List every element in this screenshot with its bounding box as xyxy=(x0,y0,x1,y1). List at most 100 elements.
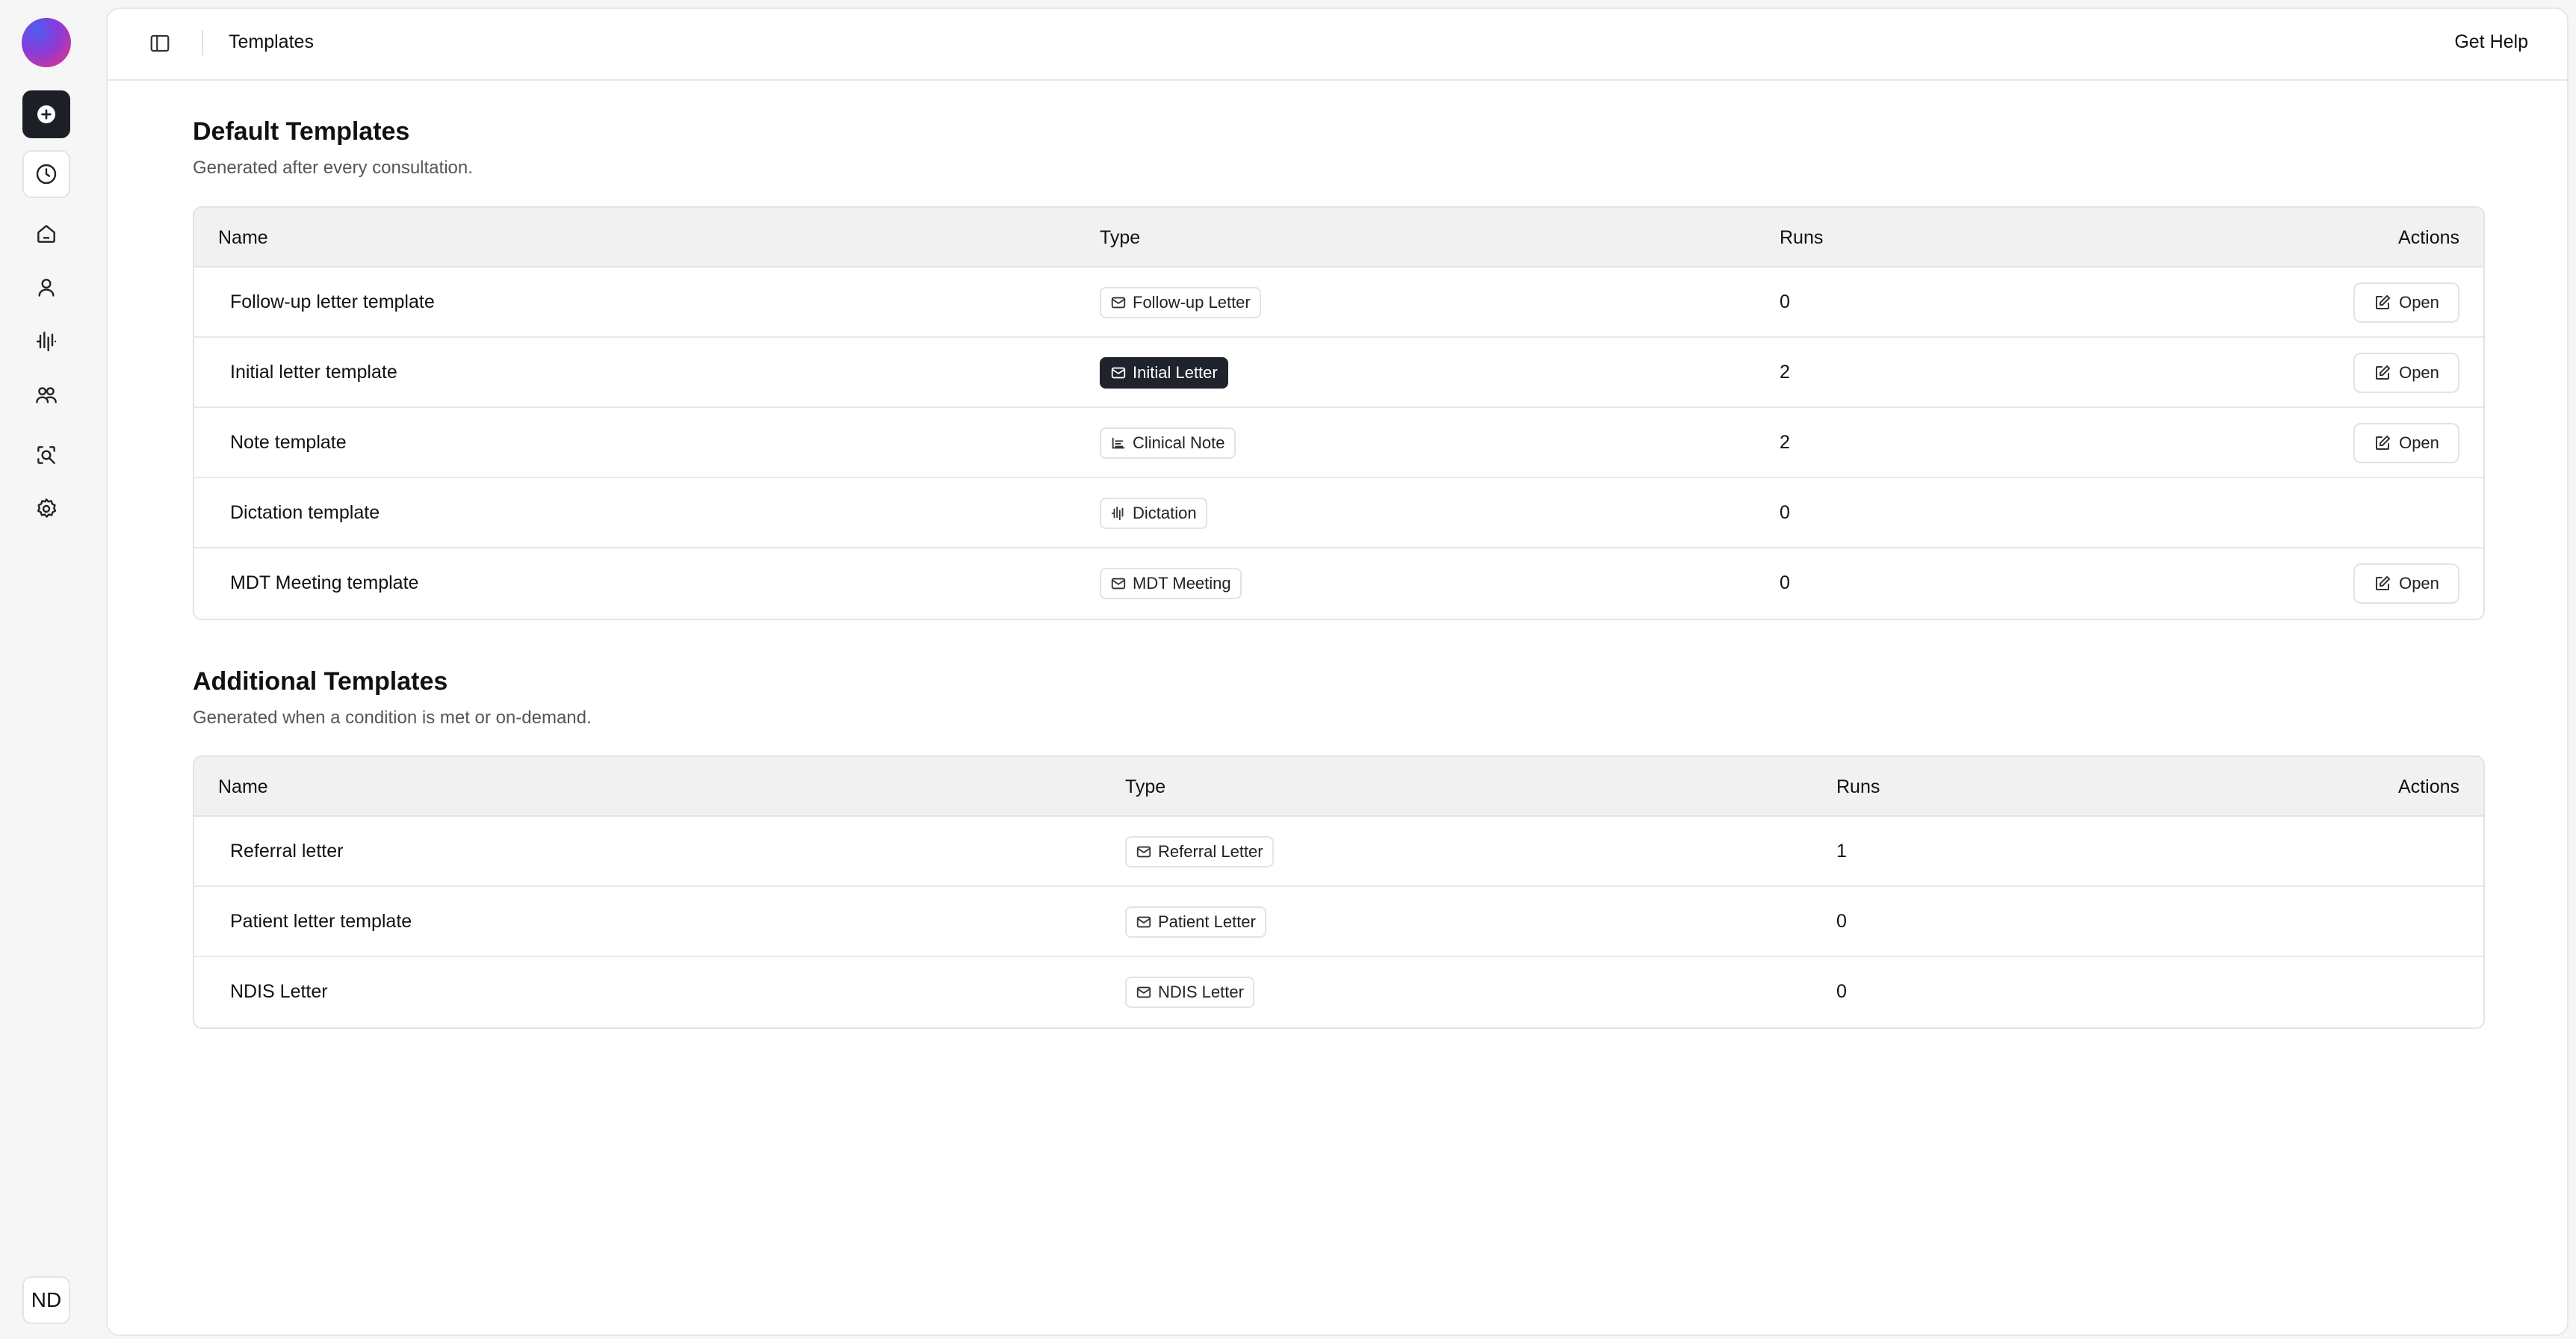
type-label: NDIS Letter xyxy=(1158,983,1244,1001)
column-header-runs: Runs xyxy=(1836,776,1880,797)
template-name: Follow-up letter template xyxy=(230,291,435,312)
divider xyxy=(202,30,203,55)
type-label: Clinical Note xyxy=(1133,433,1225,452)
type-label: Dictation xyxy=(1133,504,1197,522)
clock-icon xyxy=(36,164,57,185)
breadcrumb: Templates xyxy=(229,31,314,52)
sidebar-item-settings[interactable] xyxy=(22,485,70,533)
plus-circle-icon xyxy=(37,105,55,123)
open-button[interactable]: Open xyxy=(2353,353,2459,393)
template-name: Referral letter xyxy=(230,841,344,862)
sidebar-item-search[interactable] xyxy=(22,431,70,479)
open-label: Open xyxy=(2399,574,2439,593)
edit-icon xyxy=(2376,435,2391,450)
get-help-link[interactable]: Get Help xyxy=(2454,31,2528,53)
sidebar: ND xyxy=(0,0,99,1339)
column-header-type: Type xyxy=(1100,227,1141,248)
avatar-initials: ND xyxy=(31,1288,62,1311)
table-header: Name Type Runs Actions xyxy=(194,757,2483,817)
sidebar-item-dictation[interactable] xyxy=(22,318,70,365)
type-badge: Referral Letter xyxy=(1125,836,1274,868)
text-lines-icon xyxy=(1112,437,1125,449)
mail-icon xyxy=(1136,986,1151,998)
open-label: Open xyxy=(2399,433,2439,452)
table-row[interactable]: Referral letter Referral Letter 1 xyxy=(194,817,2483,887)
sidebar-item-team[interactable] xyxy=(22,371,70,419)
column-header-name: Name xyxy=(218,227,268,248)
open-button[interactable]: Open xyxy=(2353,423,2459,463)
app-logo[interactable] xyxy=(22,18,71,67)
runs-count: 0 xyxy=(1780,291,1790,312)
mail-icon xyxy=(1136,846,1151,858)
type-badge: MDT Meeting xyxy=(1100,568,1242,599)
mail-icon xyxy=(1111,297,1126,309)
template-name: Initial letter template xyxy=(230,362,397,383)
mail-icon xyxy=(1136,916,1151,928)
additional-templates-subtitle: Generated when a condition is met or on-… xyxy=(193,708,592,728)
mail-icon xyxy=(1111,578,1126,590)
sidebar-item-home[interactable] xyxy=(22,210,70,258)
column-header-actions: Actions xyxy=(2398,776,2459,797)
type-badge: Follow-up Letter xyxy=(1100,287,1261,318)
top-bar: Templates Get Help xyxy=(108,9,2567,81)
open-button[interactable]: Open xyxy=(2353,282,2459,323)
type-label: Referral Letter xyxy=(1158,842,1263,861)
mail-icon xyxy=(1111,367,1126,379)
table-row[interactable]: Patient letter template Patient Letter 0 xyxy=(194,887,2483,957)
runs-count: 0 xyxy=(1836,911,1847,932)
column-header-actions: Actions xyxy=(2398,227,2459,248)
table-row[interactable]: MDT Meeting template MDT Meeting 0 Open xyxy=(194,548,2483,619)
template-name: Patient letter template xyxy=(230,911,412,932)
waveform-icon xyxy=(36,331,57,352)
gear-icon xyxy=(37,498,57,518)
runs-count: 2 xyxy=(1780,432,1790,453)
type-badge: Initial Letter xyxy=(1100,357,1228,389)
table-row[interactable]: NDIS Letter NDIS Letter 0 xyxy=(194,957,2483,1027)
waveform-icon xyxy=(1111,506,1124,521)
additional-templates-title: Additional Templates xyxy=(193,667,448,696)
home-icon xyxy=(37,225,55,243)
main-panel: Templates Get Help Default Templates Gen… xyxy=(106,7,2569,1336)
sidebar-item-history[interactable] xyxy=(22,150,70,198)
table-row[interactable]: Initial letter template Initial Letter 2… xyxy=(194,338,2483,408)
type-badge: Dictation xyxy=(1100,498,1207,529)
table-row[interactable]: Note template Clinical Note 2 Open xyxy=(194,408,2483,478)
type-label: Initial Letter xyxy=(1133,363,1218,382)
edit-icon xyxy=(2376,575,2391,590)
table-row[interactable]: Dictation template Dictation 0 xyxy=(194,478,2483,548)
new-consultation-button[interactable] xyxy=(22,90,70,138)
additional-templates-table: Name Type Runs Actions Referral letter R… xyxy=(193,755,2485,1029)
table-row[interactable]: Follow-up letter template Follow-up Lett… xyxy=(194,268,2483,338)
type-badge: Patient Letter xyxy=(1125,906,1266,938)
open-label: Open xyxy=(2399,293,2439,312)
open-button[interactable]: Open xyxy=(2353,563,2459,604)
template-name: Note template xyxy=(230,432,347,453)
edit-icon xyxy=(2376,365,2391,380)
user-icon xyxy=(38,279,55,297)
default-templates-table: Name Type Runs Actions Follow-up letter … xyxy=(193,206,2485,620)
default-templates-title: Default Templates xyxy=(193,117,410,146)
type-badge: Clinical Note xyxy=(1100,427,1236,459)
user-avatar[interactable]: ND xyxy=(22,1276,70,1324)
column-header-runs: Runs xyxy=(1780,227,1824,248)
search-document-icon xyxy=(37,446,55,464)
edit-icon xyxy=(2376,294,2391,309)
template-name: MDT Meeting template xyxy=(230,572,419,593)
type-label: MDT Meeting xyxy=(1133,574,1231,593)
type-badge: NDIS Letter xyxy=(1125,977,1254,1008)
open-label: Open xyxy=(2399,363,2439,382)
default-templates-subtitle: Generated after every consultation. xyxy=(193,158,473,178)
type-label: Follow-up Letter xyxy=(1133,293,1251,312)
template-name: NDIS Letter xyxy=(230,981,328,1002)
template-name: Dictation template xyxy=(230,502,380,523)
runs-count: 0 xyxy=(1780,502,1790,523)
column-header-name: Name xyxy=(218,776,268,797)
sidebar-toggle-icon xyxy=(150,34,170,52)
runs-count: 1 xyxy=(1836,841,1847,862)
sidebar-toggle-button[interactable] xyxy=(145,28,175,58)
column-header-type: Type xyxy=(1125,776,1166,797)
runs-count: 2 xyxy=(1780,362,1790,383)
runs-count: 0 xyxy=(1780,572,1790,593)
sidebar-item-patients[interactable] xyxy=(22,264,70,312)
type-label: Patient Letter xyxy=(1158,912,1256,931)
